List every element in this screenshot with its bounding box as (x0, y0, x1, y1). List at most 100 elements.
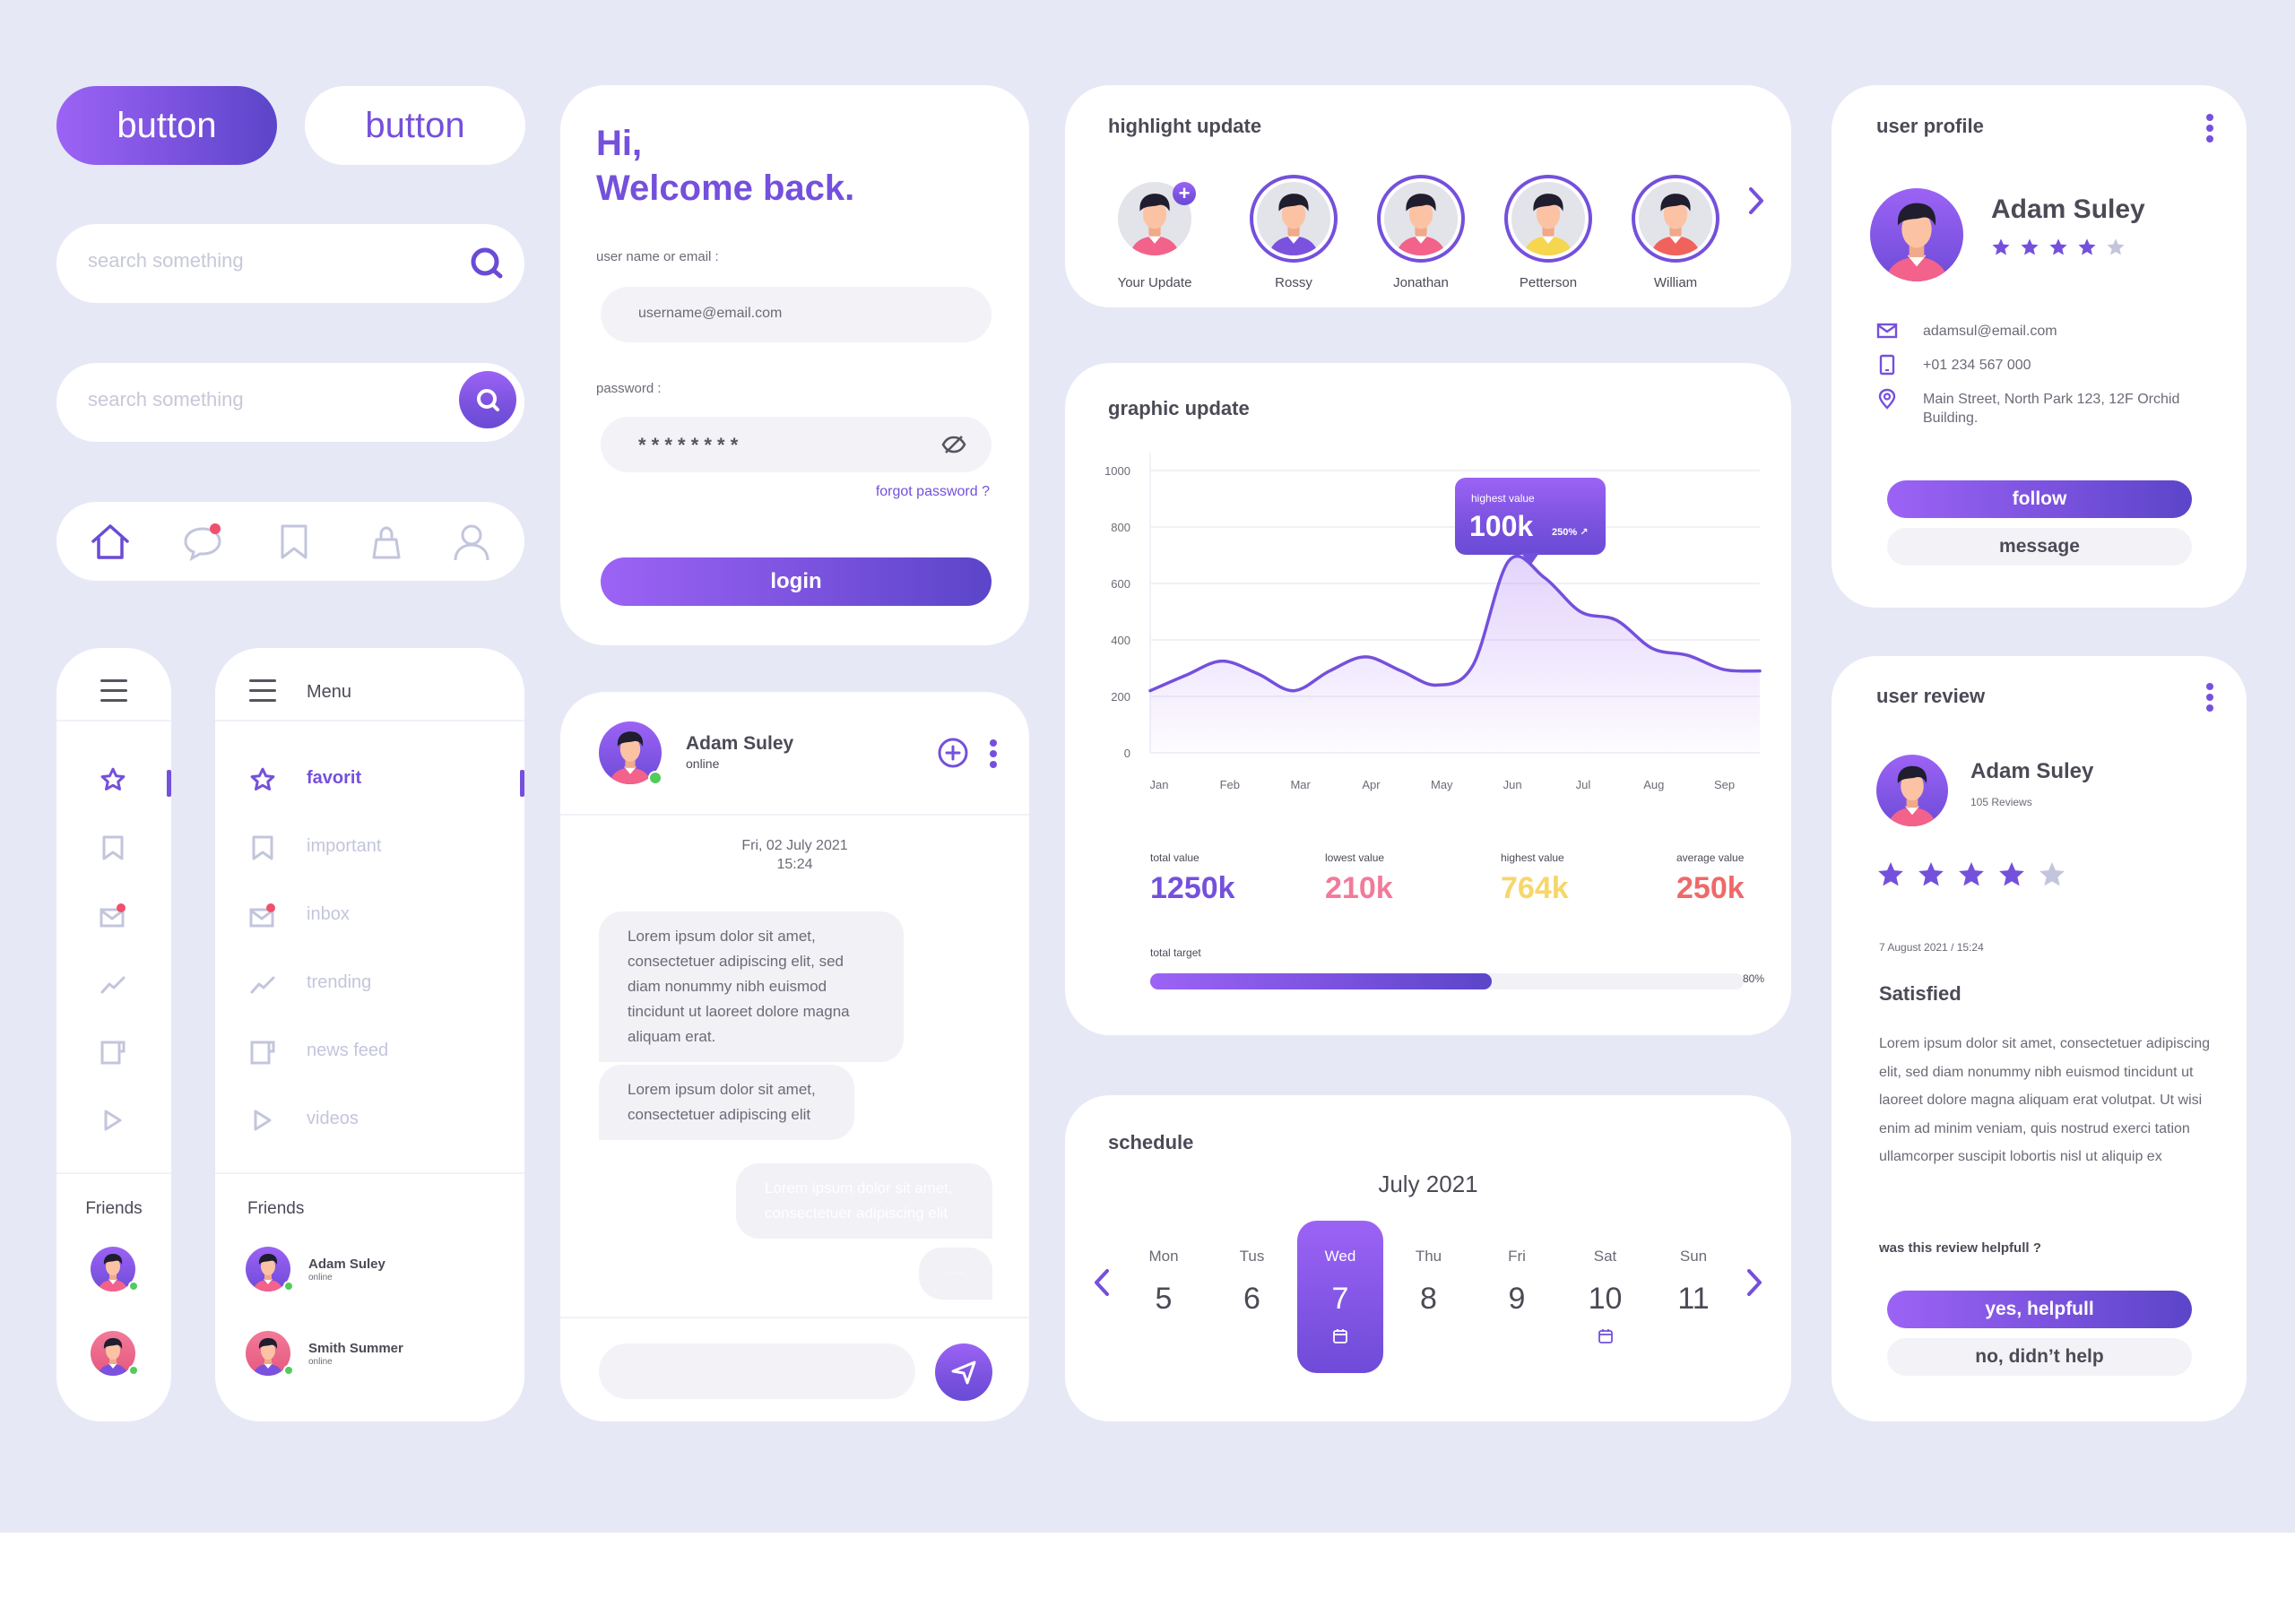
mail-icon (1876, 320, 1898, 341)
collapsed-item-trending[interactable] (56, 960, 171, 1014)
x-tick-label: Aug (1643, 778, 1664, 791)
active-indicator (520, 770, 524, 797)
search-bar-filled[interactable]: search something (56, 363, 524, 442)
friend-list-item[interactable]: Adam Suley online (246, 1247, 497, 1295)
eye-slash-icon[interactable] (941, 433, 966, 456)
chevron-right-icon[interactable] (1746, 186, 1766, 216)
divider (560, 1317, 1029, 1318)
calendar-day[interactable]: Sun 11 (1650, 1221, 1736, 1373)
graphic-update-card: graphic update 0 200 400 600 800 1000 Jan Feb Ma… (1065, 363, 1791, 1035)
reviewer-avatar (1876, 755, 1948, 826)
highlight-update-card: highlight update Your Update + Rossy Jona… (1065, 85, 1791, 307)
collapsed-sidebar: Friends (56, 648, 171, 1421)
add-circle-icon[interactable] (937, 737, 969, 769)
calendar-day[interactable]: Mon 5 (1121, 1221, 1207, 1373)
area-fill (1150, 556, 1760, 753)
mail-icon (249, 903, 278, 931)
primary-button[interactable]: button (56, 86, 277, 165)
divider (215, 1172, 524, 1174)
chevron-right-icon[interactable] (1745, 1267, 1764, 1298)
collapsed-item-favorit[interactable] (56, 756, 171, 809)
star-filled-icon (1876, 860, 1905, 889)
more-options-icon[interactable] (2205, 114, 2214, 146)
search-input[interactable]: search something (88, 249, 244, 272)
sidebar-item-favorit[interactable]: favorit (215, 756, 524, 809)
hamburger-menu-icon[interactable] (249, 679, 276, 703)
review-headline: Satisfied (1879, 982, 1962, 1005)
password-field[interactable]: * * * * * * * * (601, 417, 992, 472)
online-status-dot (648, 771, 663, 785)
profile-rating (1991, 238, 2135, 262)
send-button[interactable] (935, 1343, 992, 1401)
review-body: Lorem ipsum dolor sit amet, consectetuer… (1879, 1036, 2211, 1164)
divider (56, 1172, 171, 1174)
star-filled-icon (1997, 860, 2026, 889)
search-input[interactable]: search something (88, 388, 244, 411)
x-tick-label: Sep (1714, 778, 1735, 791)
story-ring (1632, 175, 1719, 263)
sidebar-item-inbox[interactable]: inbox (215, 892, 524, 946)
login-button[interactable]: login (601, 557, 992, 606)
chevron-left-icon[interactable] (1092, 1267, 1112, 1298)
target-progress-track (1150, 973, 1744, 989)
calendar-day[interactable]: Wed 7 (1297, 1221, 1383, 1373)
sidebar-item-trending[interactable]: trending (215, 960, 524, 1014)
search-icon[interactable] (467, 244, 507, 283)
bookmark-icon (101, 834, 125, 861)
contact-name: Adam Suley (686, 733, 794, 754)
sidebar-item-important[interactable]: important (215, 824, 524, 877)
yes-helpful-button[interactable]: yes, helpfull (1887, 1291, 2192, 1328)
x-tick-label: Jun (1503, 778, 1522, 791)
y-tick-label: 1000 (1104, 464, 1130, 478)
hamburger-menu-icon[interactable] (100, 679, 127, 703)
collapsed-item-inbox[interactable] (56, 892, 171, 946)
chat-icon[interactable] (182, 522, 223, 563)
sidebar-item-news-feed[interactable]: news feed (215, 1028, 524, 1082)
login-card: Hi, Welcome back. user name or email : u… (560, 85, 1029, 645)
username-field[interactable]: username@email.com (601, 287, 992, 342)
calendar-day[interactable]: Sat 10 (1563, 1221, 1649, 1373)
no-didnt-help-button[interactable]: no, didn’t help (1887, 1338, 2192, 1376)
sidebar-item-label: favorit (307, 768, 362, 788)
search-button[interactable] (459, 371, 516, 428)
friend-list-item[interactable]: Smith Summer online (246, 1331, 497, 1379)
collapsed-item-news-feed[interactable] (56, 1028, 171, 1082)
secondary-button[interactable]: button (305, 86, 525, 165)
search-bar[interactable]: search something (56, 224, 524, 303)
user-profile-card: user profile Adam Suley adamsul@email.co… (1832, 85, 2247, 608)
story-item[interactable]: Jonathan (1367, 175, 1475, 290)
story-ring (1250, 175, 1338, 263)
profile-phone: +01 234 567 000 (1923, 358, 2031, 373)
story-item[interactable]: Rossy (1240, 175, 1347, 290)
shopping-bag-icon[interactable] (366, 522, 407, 563)
add-story-icon[interactable]: + (1173, 182, 1196, 205)
calendar-day[interactable]: Fri 9 (1474, 1221, 1560, 1373)
bookmark-icon[interactable] (273, 522, 315, 563)
stat-value: 1250k (1150, 871, 1235, 905)
profile-email: adamsul@email.com (1923, 324, 2057, 339)
target-percent: 80% (1742, 972, 1764, 985)
online-status-dot (128, 1281, 139, 1291)
calendar-day[interactable]: Thu 8 (1386, 1221, 1472, 1373)
forgot-password-link[interactable]: forgot password ? (876, 484, 990, 500)
home-icon[interactable] (90, 522, 131, 563)
friend-name: Adam Suley (308, 1257, 385, 1272)
story-your-update[interactable]: Your Update + (1101, 175, 1208, 290)
story-avatar (1639, 182, 1712, 255)
follow-button[interactable]: follow (1887, 480, 2192, 518)
review-rating (1876, 860, 2078, 894)
collapsed-item-videos[interactable] (56, 1096, 171, 1150)
story-item[interactable]: William (1622, 175, 1729, 290)
story-ring (1504, 175, 1592, 263)
story-item[interactable]: Petterson (1494, 175, 1602, 290)
collapsed-item-important[interactable] (56, 824, 171, 877)
message-input[interactable] (599, 1343, 915, 1399)
user-icon[interactable] (451, 522, 492, 563)
calendar-day[interactable]: Tus 6 (1209, 1221, 1295, 1373)
day-name: Thu (1415, 1248, 1442, 1265)
more-options-icon[interactable] (2205, 683, 2214, 715)
sidebar-item-videos[interactable]: videos (215, 1096, 524, 1150)
more-options-icon[interactable] (989, 739, 998, 772)
online-status-dot (283, 1365, 294, 1376)
message-button[interactable]: message (1887, 528, 2192, 566)
